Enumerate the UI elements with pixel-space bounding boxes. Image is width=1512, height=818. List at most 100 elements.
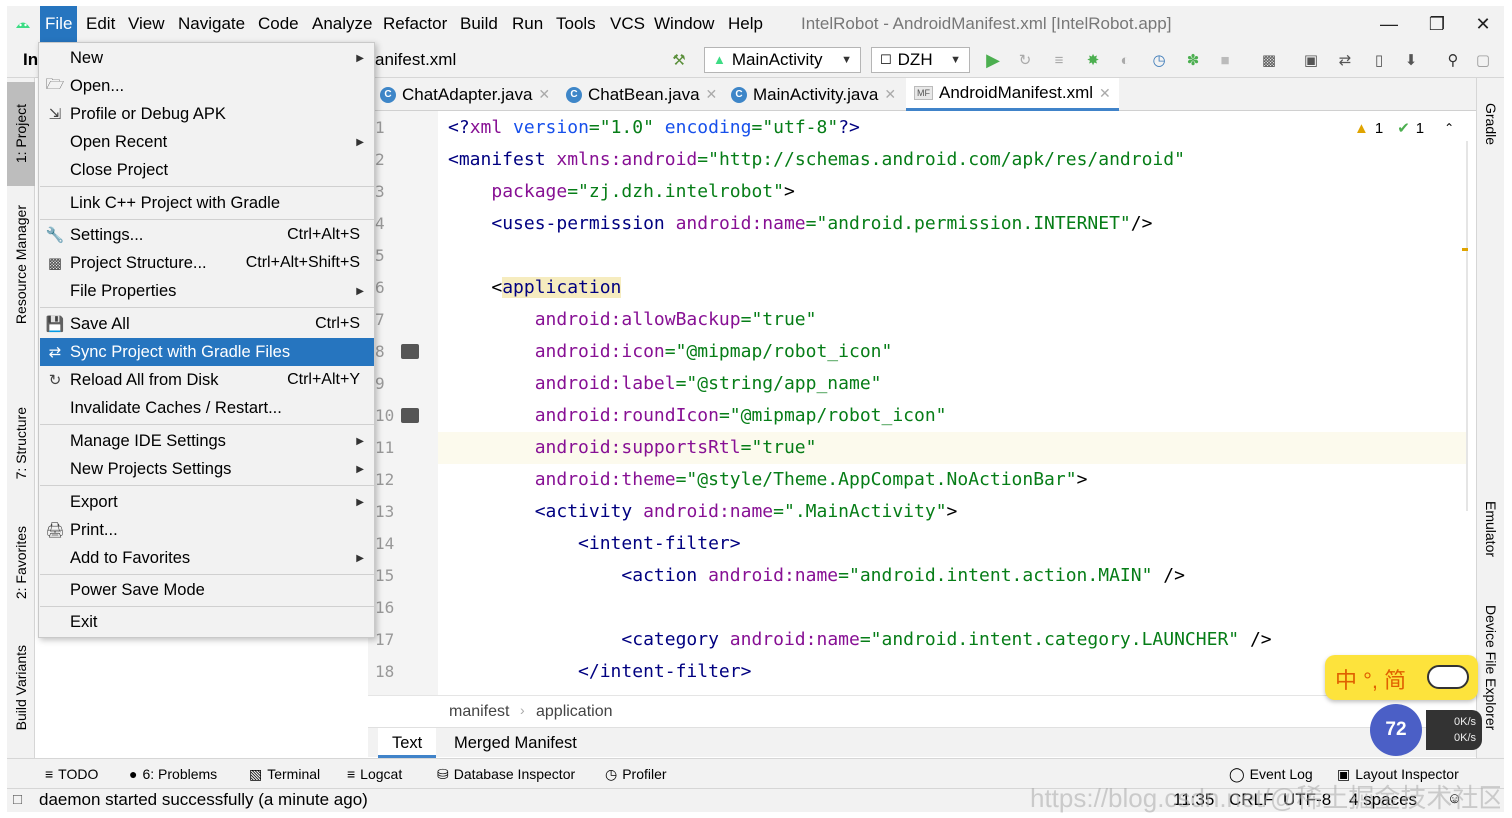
profiler-tool[interactable]: ◷ Profiler bbox=[605, 759, 667, 789]
chevron-up-icon[interactable]: ⌃ bbox=[1444, 121, 1454, 135]
code-editor[interactable]: <?xml version="1.0" encoding="utf-8"?> <… bbox=[438, 111, 1468, 695]
close-tab-icon[interactable]: ✕ bbox=[706, 86, 718, 103]
search-icon[interactable]: ⚲ bbox=[1443, 51, 1463, 69]
menu-item-new-projects-settings[interactable]: New Projects Settings ▶ bbox=[40, 455, 374, 483]
menu-item-link-cpp[interactable]: Link C++ Project with Gradle bbox=[40, 189, 374, 217]
layout-inspector-icon[interactable]: ▣ bbox=[1301, 51, 1321, 69]
menu-separator bbox=[40, 424, 374, 425]
menu-item-new[interactable]: New ▶ bbox=[40, 44, 374, 72]
logcat-tool[interactable]: ≡ Logcat bbox=[347, 759, 402, 789]
menu-window[interactable]: Window bbox=[649, 6, 719, 42]
minimize-icon[interactable]: — bbox=[1377, 12, 1401, 36]
avd-manager-icon[interactable]: ▯ bbox=[1369, 51, 1389, 69]
menu-item-open-recent[interactable]: Open Recent ▶ bbox=[40, 128, 374, 156]
user-icon[interactable]: ▢ bbox=[1473, 51, 1493, 69]
menu-tools[interactable]: Tools bbox=[551, 6, 601, 42]
problems-tool[interactable]: ● 6: Problems bbox=[129, 759, 217, 789]
warning-count: 1 bbox=[1374, 119, 1384, 137]
editor-scrollbar[interactable] bbox=[1466, 141, 1468, 511]
menu-item-export[interactable]: Export ▶ bbox=[40, 488, 374, 516]
right-tool-strip: Gradle Emulator Device File Explorer bbox=[1476, 78, 1504, 758]
menu-item-invalidate-caches[interactable]: Invalidate Caches / Restart... bbox=[40, 394, 374, 422]
profile-icon[interactable]: ◷ bbox=[1149, 51, 1169, 69]
inspection-widget[interactable]: ▲ 1 ✔ 1 ⌃ ⌄ bbox=[1354, 119, 1468, 138]
menu-item-settings[interactable]: 🔧 Settings... Ctrl+Alt+S bbox=[40, 221, 374, 249]
emulator-tab[interactable]: Emulator bbox=[1477, 484, 1505, 574]
menu-build[interactable]: Build bbox=[455, 6, 503, 42]
menu-item-file-properties[interactable]: File Properties ▶ bbox=[40, 277, 374, 305]
status-message[interactable]: daemon started successfully (a minute ag… bbox=[39, 790, 368, 810]
menu-analyze[interactable]: Analyze bbox=[307, 6, 377, 42]
close-tab-icon[interactable]: ✕ bbox=[538, 86, 550, 103]
menu-view[interactable]: View bbox=[123, 6, 170, 42]
menu-vcs[interactable]: VCS bbox=[605, 6, 650, 42]
tab-text[interactable]: Text bbox=[378, 728, 437, 758]
tab-merged-manifest[interactable]: Merged Manifest bbox=[448, 728, 583, 758]
todo-tool[interactable]: ≡ TODO bbox=[45, 759, 98, 789]
menu-item-close-project[interactable]: Close Project bbox=[40, 156, 374, 184]
check-icon: ✔ bbox=[1397, 120, 1410, 137]
menu-item-open[interactable]: 🗁 Open... bbox=[40, 72, 374, 100]
breadcrumb-application[interactable]: application bbox=[536, 703, 613, 721]
cpu-gauge: 72 bbox=[1370, 704, 1422, 756]
close-tab-icon[interactable]: ✕ bbox=[1099, 85, 1111, 102]
menu-item-manage-ide-settings[interactable]: Manage IDE Settings ▶ bbox=[40, 427, 374, 455]
run-icon[interactable]: ▶ bbox=[983, 50, 1003, 70]
menu-item-print[interactable]: 🖨 Print... bbox=[40, 516, 374, 544]
menu-navigate[interactable]: Navigate bbox=[173, 6, 250, 42]
menu-help[interactable]: Help bbox=[723, 6, 768, 42]
run-config-select[interactable]: ▲ MainActivity ▼ bbox=[704, 47, 861, 73]
menu-item-project-structure[interactable]: ▩ Project Structure... Ctrl+Alt+Shift+S bbox=[40, 249, 374, 277]
device-select[interactable]: ☐ DZH ▼ bbox=[871, 47, 970, 73]
menu-item-profile-debug-apk[interactable]: ⇲ Profile or Debug APK bbox=[40, 100, 374, 128]
build-variants-tab[interactable]: Build Variants bbox=[7, 628, 35, 748]
database-inspector-tool[interactable]: ⛁ Database Inspector bbox=[437, 759, 575, 789]
toggle-tool-windows-icon[interactable]: □ bbox=[13, 791, 22, 808]
debug-icon[interactable]: ✸ bbox=[1083, 51, 1103, 69]
tab-chatbean[interactable]: C ChatBean.java ✕ bbox=[558, 78, 725, 111]
sync-gradle-icon[interactable]: ⇄ bbox=[1335, 51, 1355, 69]
menu-run[interactable]: Run bbox=[507, 6, 548, 42]
coverage-icon[interactable]: ◐ bbox=[1115, 51, 1135, 69]
file-crumb[interactable]: anifest.xml bbox=[375, 42, 456, 78]
stop-icon[interactable]: ■ bbox=[1215, 51, 1235, 69]
close-tab-icon[interactable]: ✕ bbox=[884, 86, 896, 103]
menu-item-save-all[interactable]: 💾 Save All Ctrl+S bbox=[40, 310, 374, 338]
warning-stripe[interactable] bbox=[1462, 248, 1468, 251]
resource-manager-tab[interactable]: Resource Manager bbox=[7, 190, 35, 340]
project-structure-icon[interactable]: ▩ bbox=[1259, 51, 1279, 69]
apply-code-icon[interactable]: ≡ bbox=[1049, 51, 1069, 69]
hammer-icon[interactable]: ⚒ bbox=[669, 51, 689, 69]
menu-item-power-save-mode[interactable]: Power Save Mode bbox=[40, 576, 374, 604]
structure-tab[interactable]: 7: Structure bbox=[7, 388, 35, 498]
menu-item-add-to-favorites[interactable]: Add to Favorites ▶ bbox=[40, 544, 374, 572]
tab-androidmanifest[interactable]: MF AndroidManifest.xml ✕ bbox=[906, 78, 1119, 111]
menu-edit[interactable]: Edit bbox=[81, 6, 120, 42]
image-preview-icon[interactable] bbox=[401, 344, 419, 359]
tab-chatadapter[interactable]: C ChatAdapter.java ✕ bbox=[372, 78, 558, 111]
attach-debugger-icon[interactable]: ✽ bbox=[1183, 51, 1203, 69]
network-monitor-widget[interactable]: 72 0K/s 0K/s bbox=[1366, 700, 1486, 758]
breadcrumb-manifest[interactable]: manifest bbox=[449, 703, 509, 721]
menu-code[interactable]: Code bbox=[253, 6, 304, 42]
menu-item-label: Reload All from Disk bbox=[70, 370, 219, 389]
code-line: android:roundIcon="@mipmap/robot_icon" bbox=[534, 405, 947, 426]
image-preview-icon[interactable] bbox=[401, 408, 419, 423]
ime-toolbar[interactable]: 中 °, 简 bbox=[1325, 655, 1478, 700]
project-crumb[interactable]: In bbox=[23, 42, 38, 78]
close-icon[interactable]: ✕ bbox=[1471, 12, 1495, 36]
terminal-tool[interactable]: ▧ Terminal bbox=[249, 759, 320, 789]
tab-mainactivity[interactable]: C MainActivity.java ✕ bbox=[723, 78, 904, 111]
favorites-tab[interactable]: 2: Favorites bbox=[7, 508, 35, 618]
list-icon: ≡ bbox=[45, 766, 54, 782]
project-tool-tab[interactable]: 1: Project bbox=[7, 82, 35, 186]
menu-file[interactable]: File bbox=[40, 6, 78, 42]
restore-icon[interactable]: ❐ bbox=[1425, 12, 1449, 36]
sdk-manager-icon[interactable]: ⬇ bbox=[1401, 51, 1421, 69]
gradle-tab[interactable]: Gradle bbox=[1477, 84, 1505, 164]
apply-changes-icon[interactable]: ↻ bbox=[1015, 51, 1035, 69]
menu-item-exit[interactable]: Exit bbox=[40, 608, 374, 636]
menu-item-reload-all[interactable]: ↻ Reload All from Disk Ctrl+Alt+Y bbox=[40, 366, 374, 394]
menu-item-sync-gradle[interactable]: ⇄ Sync Project with Gradle Files bbox=[40, 338, 374, 366]
menu-refactor[interactable]: Refactor bbox=[378, 6, 452, 42]
